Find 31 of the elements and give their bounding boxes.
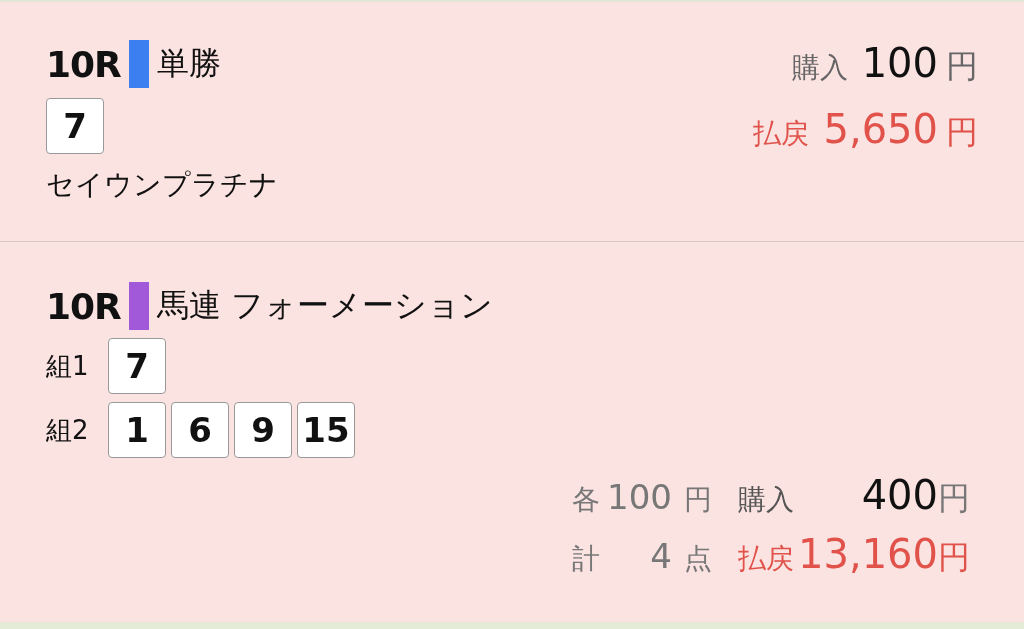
count-unit: 点: [683, 541, 713, 577]
purchase-amount: 100: [861, 40, 938, 86]
horse-name: セイウンプラチナ: [46, 167, 278, 203]
race-number: 10R: [46, 285, 121, 327]
payout-amount: 5,650: [823, 106, 938, 152]
bet-type: 馬連 フォーメーション: [156, 285, 493, 326]
purchase-label: 購入: [737, 482, 795, 518]
yen-unit: 円: [938, 478, 971, 519]
purchase-label: 購入: [791, 50, 848, 86]
count-value: 4: [649, 536, 673, 576]
payout-label: 払戻: [737, 541, 795, 577]
horse-number: 9: [234, 402, 292, 458]
horse-number: 1: [108, 402, 166, 458]
yen-unit: 円: [946, 46, 978, 87]
horse-number: 7: [46, 98, 104, 154]
race-number: 10R: [46, 43, 121, 85]
yen-unit: 円: [946, 112, 978, 153]
payout-amount: 13,160: [798, 531, 938, 577]
each-amount: 100: [606, 477, 673, 517]
payout-label: 払戻: [753, 116, 810, 152]
horse-number: 15: [297, 402, 355, 458]
horse-number: 7: [108, 338, 166, 394]
horse-number: 6: [171, 402, 229, 458]
group-label: 組1: [46, 349, 90, 383]
purchase-amount: 400: [860, 472, 938, 518]
count-label: 計: [571, 541, 601, 577]
yen-unit: 円: [938, 537, 971, 578]
bet-type: 単勝: [156, 43, 221, 84]
each-label: 各: [571, 482, 601, 518]
yen-unit: 円: [683, 482, 713, 518]
group-label: 組2: [46, 413, 90, 447]
